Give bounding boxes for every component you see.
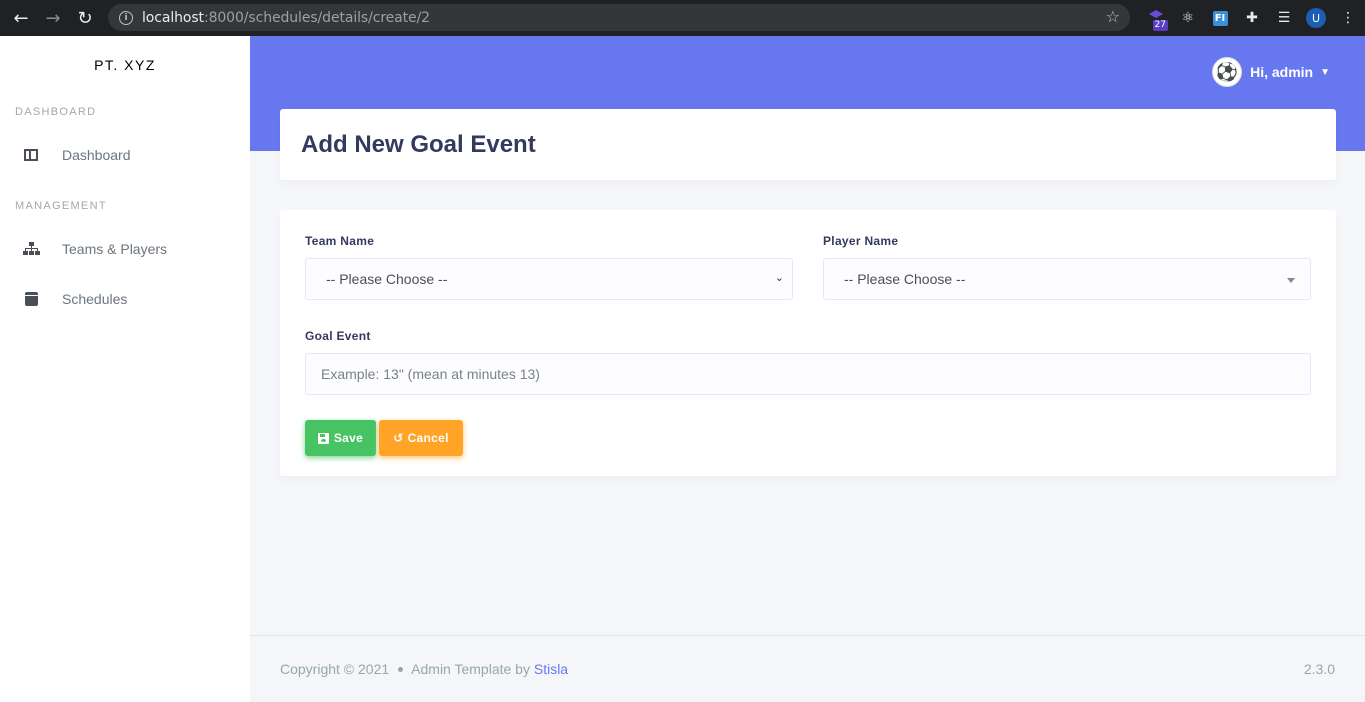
media-queue-icon[interactable]: ☰ (1268, 0, 1300, 36)
version-text: 2.3.0 (1303, 661, 1335, 677)
template-credit: Admin Template by (411, 661, 530, 677)
browser-toolbar: ← → ↻ i localhost:8000/schedules/details… (0, 0, 1365, 36)
menu-header-dashboard: DASHBOARD (15, 106, 97, 118)
team-name-value: -- Please Choose -- (326, 271, 448, 287)
sidebar-item-teams-players[interactable]: Teams & Players (0, 224, 250, 274)
puzzle-extensions-icon[interactable]: ✚ (1236, 0, 1268, 36)
caret-down-icon: ▼ (1320, 66, 1330, 78)
footer-left: Copyright © 2021 Admin Template by Stisla (280, 661, 568, 677)
reload-icon[interactable]: ↻ (69, 0, 101, 36)
goal-event-label: Goal Event (305, 329, 371, 343)
team-name-label: Team Name (305, 234, 375, 248)
undo-icon: ↺ (393, 431, 404, 445)
fi-extension-icon[interactable]: FI (1204, 0, 1236, 36)
sidebar-item-label: Schedules (62, 291, 128, 307)
sidebar-item-label: Teams & Players (62, 241, 168, 257)
address-bar[interactable]: i localhost:8000/schedules/details/creat… (108, 4, 1130, 31)
sidebar-item-schedules[interactable]: Schedules (0, 274, 250, 324)
profile-avatar[interactable]: U (1300, 0, 1332, 36)
cancel-button[interactable]: ↺ Cancel (379, 420, 463, 456)
page-title: Add New Goal Event (301, 130, 536, 158)
sidebar: PT. XYZ DASHBOARD Dashboard MANAGEMENT T… (0, 36, 250, 702)
save-button-label: Save (333, 431, 364, 445)
sidebar-item-label: Dashboard (62, 147, 131, 163)
player-name-value: -- Please Choose -- (844, 271, 966, 287)
react-devtools-icon[interactable]: ⚛ (1172, 0, 1204, 36)
calendar-icon (22, 290, 40, 308)
user-greeting: Hi, admin (1250, 64, 1314, 80)
extensions-area: 27 ⚛ FI ✚ ☰ U ⋮ (1140, 0, 1364, 36)
caret-down-icon (1287, 278, 1295, 283)
stisla-link[interactable]: Stisla (534, 661, 568, 677)
goal-event-placeholder: Example: 13" (mean at minutes 13) (321, 366, 540, 382)
copyright-text: Copyright © 2021 (280, 661, 390, 677)
forward-arrow-icon[interactable]: → (37, 0, 69, 36)
back-arrow-icon[interactable]: ← (5, 0, 37, 36)
chevron-down-icon: ⌄ (774, 271, 784, 284)
footer: Copyright © 2021 Admin Template by Stisla… (250, 635, 1365, 702)
sitemap-icon (22, 240, 40, 258)
goal-event-input[interactable]: Example: 13" (mean at minutes 13) (305, 353, 1311, 395)
info-icon[interactable]: i (119, 10, 133, 25)
form-card: Team Name -- Please Choose -- ⌄ Player N… (280, 210, 1336, 476)
columns-icon (22, 146, 40, 164)
menu-header-management: MANAGEMENT (15, 200, 107, 212)
user-dropdown[interactable]: ⚽ Hi, admin ▼ (1212, 57, 1330, 87)
graduation-cap-extension-icon[interactable]: 27 (1140, 0, 1172, 36)
bullet-separator (398, 667, 404, 672)
section-header: Add New Goal Event (280, 109, 1336, 180)
team-name-select[interactable]: -- Please Choose -- ⌄ (305, 258, 793, 300)
more-menu-icon[interactable]: ⋮ (1332, 0, 1364, 36)
save-icon (317, 432, 329, 444)
bookmark-star-icon[interactable]: ☆ (1106, 7, 1120, 26)
save-button[interactable]: Save (305, 420, 376, 456)
player-name-label: Player Name (823, 234, 899, 248)
sidebar-item-dashboard[interactable]: Dashboard (0, 130, 250, 180)
avatar: ⚽ (1212, 57, 1243, 87)
cancel-button-label: Cancel (407, 431, 449, 445)
brand-name[interactable]: PT. XYZ (0, 36, 250, 94)
url-text: localhost:8000/schedules/details/create/… (142, 9, 430, 26)
player-name-select[interactable]: -- Please Choose -- (823, 258, 1311, 300)
